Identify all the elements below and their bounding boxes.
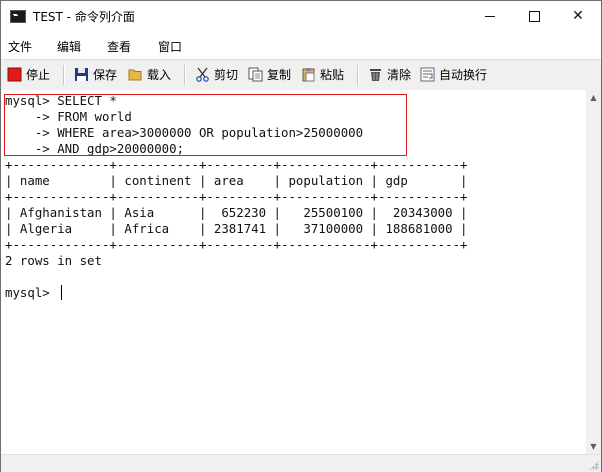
save-icon bbox=[74, 67, 89, 82]
scroll-up-arrow-icon[interactable]: ▲ bbox=[586, 90, 601, 105]
scissors-icon bbox=[195, 67, 210, 82]
folder-open-icon bbox=[128, 67, 143, 82]
load-button[interactable]: 载入 bbox=[128, 65, 174, 85]
wrap-icon bbox=[420, 67, 435, 82]
stop-button[interactable]: 停止 bbox=[7, 65, 53, 85]
save-button[interactable]: 保存 bbox=[74, 65, 120, 85]
stop-label: 停止 bbox=[26, 68, 51, 82]
minimize-icon bbox=[485, 15, 495, 17]
title-bar[interactable]: TEST - 命令列介面 ✕ bbox=[1, 1, 601, 32]
copy-label: 复制 bbox=[267, 68, 292, 82]
toolbar: 停止 保存 载入 剪切 复制 粘贴 清除 自动换行 bbox=[1, 59, 601, 91]
cut-label: 剪切 bbox=[214, 68, 239, 82]
clipboard-icon bbox=[301, 67, 316, 82]
scroll-down-arrow-icon[interactable]: ▼ bbox=[586, 439, 601, 454]
trash-icon bbox=[368, 67, 383, 82]
paste-label: 粘贴 bbox=[320, 68, 345, 82]
clear-label: 清除 bbox=[387, 68, 412, 82]
menu-bar: 文件 编辑 查看 窗口 bbox=[1, 32, 601, 59]
close-icon: ✕ bbox=[572, 8, 584, 24]
status-bar bbox=[1, 454, 601, 472]
close-button[interactable]: ✕ bbox=[555, 1, 601, 31]
load-label: 载入 bbox=[147, 68, 172, 82]
vertical-scrollbar[interactable]: ▲ ▼ bbox=[586, 90, 601, 454]
stop-icon bbox=[7, 67, 22, 82]
maximize-icon bbox=[528, 10, 540, 22]
menu-view[interactable]: 查看 bbox=[107, 38, 131, 55]
clear-button[interactable]: 清除 bbox=[368, 65, 414, 85]
minimize-button[interactable] bbox=[467, 1, 513, 31]
resize-grip-icon[interactable] bbox=[589, 460, 599, 470]
copy-button[interactable]: 复制 bbox=[248, 65, 294, 85]
text-cursor bbox=[61, 285, 62, 300]
menu-window[interactable]: 窗口 bbox=[158, 38, 182, 55]
autowrap-button[interactable]: 自动换行 bbox=[420, 65, 498, 85]
toolbar-divider bbox=[184, 65, 186, 85]
console-window: TEST - 命令列介面 ✕ 文件 编辑 查看 窗口 停止 保存 载入 剪切 复… bbox=[0, 0, 602, 472]
menu-file[interactable]: 文件 bbox=[8, 38, 32, 55]
toolbar-divider bbox=[63, 65, 65, 85]
cut-button[interactable]: 剪切 bbox=[195, 65, 241, 85]
query-highlight-box bbox=[4, 94, 407, 156]
paste-button[interactable]: 粘贴 bbox=[301, 65, 347, 85]
console-output-area[interactable]: mysql> SELECT * -> FROM world -> WHERE a… bbox=[1, 90, 586, 454]
terminal-icon bbox=[10, 10, 26, 23]
save-label: 保存 bbox=[93, 68, 118, 82]
toolbar-divider bbox=[357, 65, 359, 85]
menu-edit[interactable]: 编辑 bbox=[57, 38, 81, 55]
autowrap-label: 自动换行 bbox=[439, 68, 488, 82]
maximize-button[interactable] bbox=[511, 1, 557, 31]
copy-icon bbox=[248, 67, 263, 82]
window-title: TEST - 命令列介面 bbox=[33, 10, 135, 24]
